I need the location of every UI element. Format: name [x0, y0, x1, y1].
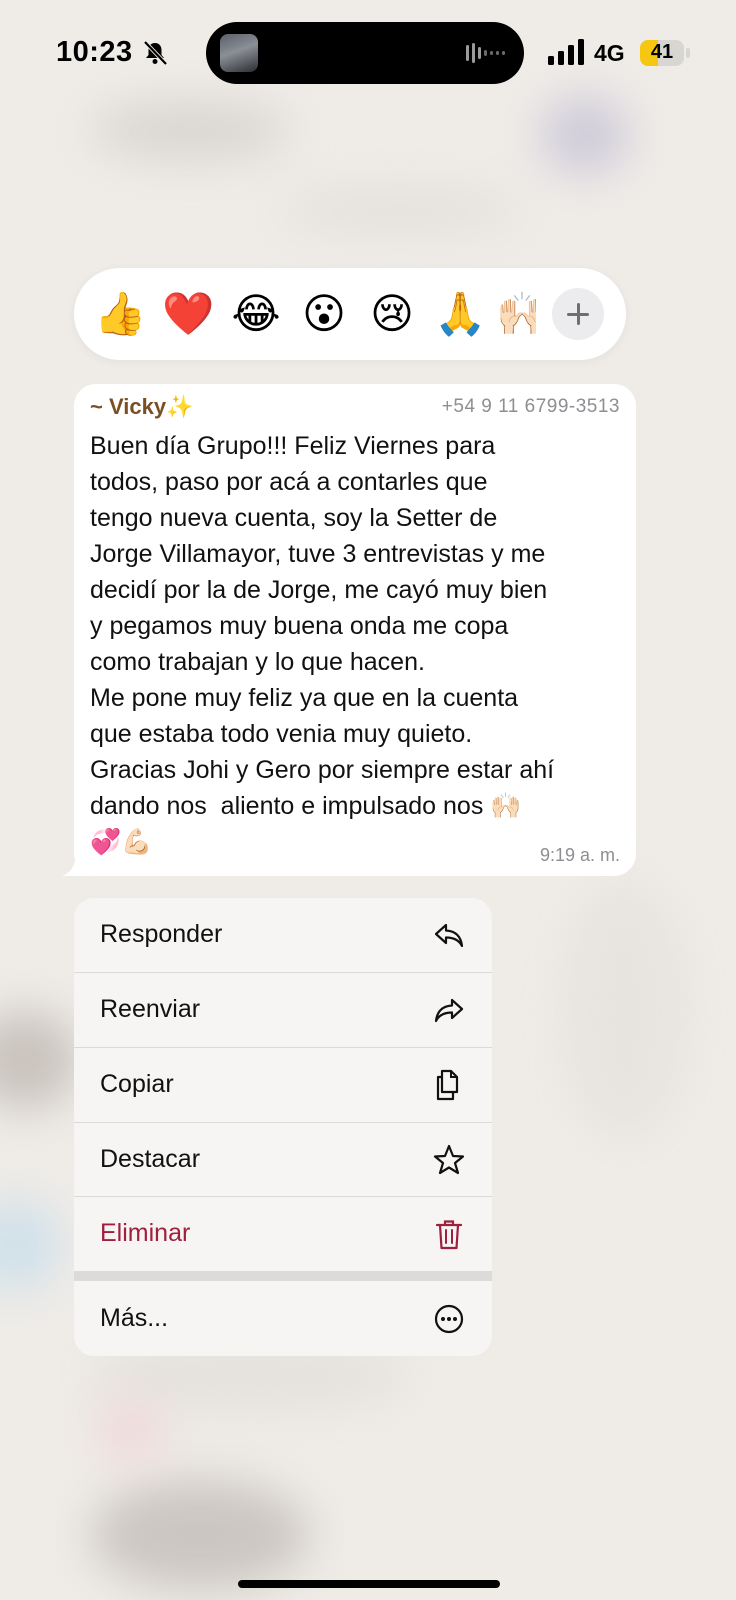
sender-phone: +54 9 11 6799-3513	[441, 396, 620, 417]
cellular-signal-icon	[548, 39, 584, 65]
forward-icon	[434, 998, 464, 1023]
menu-item-reply[interactable]: Responder	[74, 898, 492, 972]
reaction-picker: 👍 ❤️ 😂 😮 😢 🙏 🙌🏻	[74, 268, 626, 360]
star-icon	[433, 1144, 465, 1175]
menu-item-label: Reenviar	[100, 995, 201, 1023]
audio-waveform-icon	[466, 43, 505, 63]
battery-indicator: 41	[640, 40, 690, 66]
sparkles-emoji: ✨	[166, 394, 194, 419]
reaction-surprised-face[interactable]: 😮	[298, 288, 350, 340]
dynamic-island[interactable]	[206, 22, 524, 84]
message-timestamp: 9:19 a. m.	[539, 845, 620, 865]
home-indicator[interactable]	[238, 1580, 500, 1588]
menu-item-forward[interactable]: Reenviar	[74, 973, 492, 1047]
menu-item-delete[interactable]: Eliminar	[74, 1197, 492, 1271]
now-playing-thumbnail	[220, 34, 258, 72]
bell-slash-icon	[143, 40, 168, 66]
menu-item-label: Más...	[100, 1304, 169, 1332]
menu-item-copy[interactable]: Copiar	[74, 1048, 492, 1122]
menu-item-star[interactable]: Destacar	[74, 1123, 492, 1197]
menu-item-label: Eliminar	[100, 1219, 191, 1247]
message-context-menu: Responder Reenviar Copiar Destacar Elimi…	[74, 898, 492, 1356]
reaction-folded-hands[interactable]: 🙏	[434, 288, 486, 340]
status-bar: 10:23 4G 41	[0, 0, 736, 100]
reaction-laughing-tears[interactable]: 😂	[230, 288, 282, 340]
more-icon	[434, 1304, 464, 1334]
menu-item-label: Responder	[100, 920, 223, 948]
message-bubble[interactable]: ~ Vicky✨ +54 9 11 6799-3513 Buen día Gru…	[74, 384, 636, 876]
copy-icon	[436, 1069, 459, 1101]
reaction-raising-hands[interactable]: 🙌🏻	[496, 288, 536, 340]
reply-icon	[434, 923, 464, 948]
reaction-sad-face[interactable]: 😢	[366, 288, 418, 340]
reaction-thumbs-up[interactable]: 👍	[94, 288, 146, 340]
plus-icon[interactable]	[552, 288, 604, 340]
message-text: Buen día Grupo!!! Feliz Viernes para tod…	[90, 432, 555, 856]
menu-item-more[interactable]: Más...	[74, 1282, 492, 1356]
status-time: 10:23	[56, 36, 133, 68]
menu-item-label: Copiar	[100, 1070, 174, 1098]
reaction-red-heart[interactable]: ❤️	[162, 288, 214, 340]
message-sender: ~ Vicky✨	[90, 394, 194, 419]
menu-item-label: Destacar	[100, 1145, 201, 1173]
network-type: 4G	[594, 40, 625, 66]
battery-percent: 41	[650, 41, 674, 63]
trash-icon	[435, 1220, 463, 1250]
